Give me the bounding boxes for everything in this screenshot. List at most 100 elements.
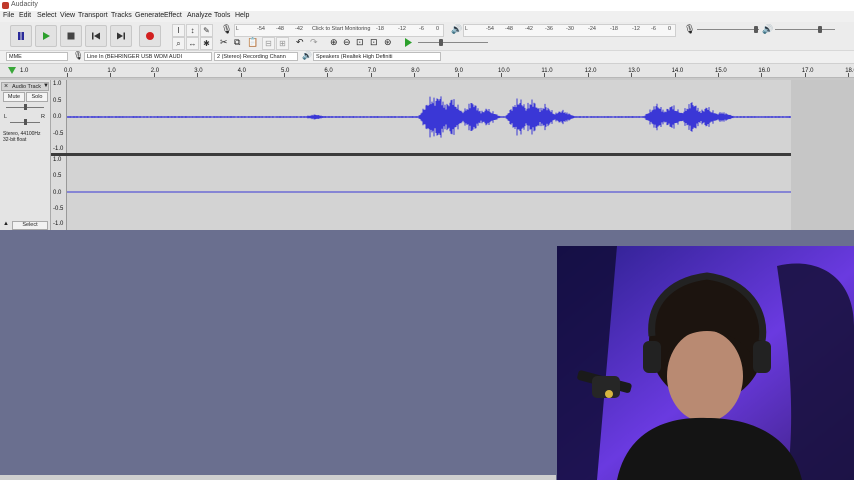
ruler-label: 11.0 bbox=[541, 68, 553, 74]
record-tick: -42 bbox=[295, 26, 303, 32]
close-track-icon[interactable]: × bbox=[4, 83, 8, 90]
track-name-bar[interactable]: × Audio Track ▼ bbox=[1, 82, 49, 91]
playback-meter[interactable]: L -54 -48 -42 -36 -30 -24 -18 -12 -6 0 bbox=[463, 24, 676, 37]
magnifier-icon: ⌕ bbox=[176, 38, 181, 48]
menu-analyze[interactable]: Analyze bbox=[187, 12, 212, 19]
recording-device-select[interactable]: Line In (BEHRINGER USB WDM AUDI bbox=[84, 52, 212, 61]
recording-volume-thumb[interactable] bbox=[754, 26, 758, 33]
timeline-ruler[interactable]: 1.0 0.0 1.0 2.0 3.0 4.0 5.0 6.0 7.0 8.0 9.0 10.0 11… bbox=[0, 64, 854, 78]
fit-project-icon[interactable]: ⊡ bbox=[370, 37, 378, 48]
solo-button[interactable]: Solo bbox=[26, 92, 48, 102]
multi-tool[interactable]: ✱ bbox=[200, 37, 213, 50]
audio-host-select[interactable]: MME bbox=[6, 52, 68, 61]
envelope-icon: ↕ bbox=[190, 26, 195, 35]
track-menu-chevron-down-icon[interactable]: ▼ bbox=[43, 83, 49, 89]
playback-volume-thumb[interactable] bbox=[818, 26, 822, 33]
redo-icon[interactable]: ↷ bbox=[310, 37, 318, 48]
ruler-tick bbox=[631, 73, 633, 77]
pause-button[interactable] bbox=[10, 25, 32, 47]
ruler-tick bbox=[67, 73, 68, 77]
envelope-tool[interactable]: ↕ bbox=[186, 24, 199, 37]
record-tick: -12 bbox=[398, 26, 406, 32]
skip-end-button[interactable] bbox=[110, 25, 132, 47]
play-speed-slider[interactable] bbox=[418, 42, 488, 43]
skip-start-button[interactable] bbox=[85, 25, 107, 47]
play-speed-thumb[interactable] bbox=[439, 39, 443, 46]
ruler-label: 16.0 bbox=[758, 68, 771, 74]
recording-channels-select[interactable]: 2 (Stereo) Recording Chann bbox=[214, 52, 298, 61]
trim-icon: ⊟ bbox=[265, 39, 272, 48]
amp-label: 1.0 bbox=[53, 81, 62, 87]
select-track-button[interactable]: Select bbox=[12, 221, 48, 230]
time-shift-tool[interactable]: ↔ bbox=[186, 37, 199, 50]
waveform-channel-right[interactable] bbox=[67, 156, 791, 230]
zoom-out-icon[interactable]: ⊖ bbox=[343, 37, 351, 48]
ruler-label: 13.0 bbox=[628, 68, 640, 74]
track-name[interactable]: Audio Track bbox=[12, 84, 41, 90]
menu-edit[interactable]: Edit bbox=[19, 12, 31, 19]
gain-slider-thumb[interactable] bbox=[24, 104, 27, 110]
playback-volume-slider[interactable] bbox=[775, 29, 835, 30]
microphone-icon[interactable]: 🎙 bbox=[221, 24, 232, 35]
paste-icon[interactable]: 📋 bbox=[247, 37, 258, 48]
silence-button[interactable]: ⊞ bbox=[276, 37, 289, 50]
ruler-label: 12.0 bbox=[584, 68, 597, 74]
record-monitor-prompt[interactable]: Click to Start Monitoring bbox=[312, 26, 370, 32]
pencil-icon: ✎ bbox=[203, 26, 210, 35]
ruler-label: 14.0 bbox=[671, 68, 684, 74]
waveform-channel-left[interactable] bbox=[67, 80, 791, 153]
mute-button[interactable]: Mute bbox=[3, 92, 25, 102]
amp-label: -0.5 bbox=[53, 206, 64, 212]
record-meter[interactable]: L -54 -48 -42 Click to Start Monitoring … bbox=[234, 24, 444, 37]
meter-l: L bbox=[465, 26, 468, 32]
track-bit-depth: 32-bit float bbox=[3, 137, 27, 143]
play-tick: -48 bbox=[505, 26, 513, 32]
ruler-label: 18.0 bbox=[845, 68, 854, 74]
input-microphone-icon: 🎙 bbox=[73, 51, 84, 60]
stop-button[interactable] bbox=[60, 25, 82, 47]
fit-selection-icon[interactable]: ⊡ bbox=[356, 37, 364, 48]
menu-help[interactable]: Help bbox=[235, 12, 249, 19]
zoom-tool[interactable]: ⌕ bbox=[172, 37, 185, 50]
speaker-icon[interactable]: 🔊 bbox=[451, 24, 462, 35]
ruler-tick bbox=[414, 73, 416, 77]
menu-tools[interactable]: Tools bbox=[214, 12, 230, 19]
pan-left-label: L bbox=[4, 114, 8, 120]
trim-button[interactable]: ⊟ bbox=[262, 37, 275, 50]
play-tick: -42 bbox=[525, 26, 533, 32]
playback-volume-icon: 🔊 bbox=[762, 24, 774, 34]
menu-tracks[interactable]: Tracks bbox=[111, 12, 132, 19]
play-button[interactable] bbox=[35, 25, 57, 47]
play-tick: -30 bbox=[566, 26, 574, 32]
play-icon bbox=[43, 32, 50, 40]
menu-file[interactable]: File bbox=[3, 12, 14, 19]
pin-play-head-icon[interactable] bbox=[8, 67, 16, 75]
selection-tool[interactable]: I bbox=[172, 24, 185, 37]
menu-effect[interactable]: Effect bbox=[164, 12, 182, 19]
ruler-tick bbox=[718, 73, 719, 77]
menu-view[interactable]: View bbox=[60, 12, 75, 19]
horizontal-scrollbar[interactable] bbox=[0, 475, 556, 480]
zoom-in-icon[interactable]: ⊕ bbox=[330, 37, 338, 48]
menu-transport[interactable]: Transport bbox=[78, 12, 108, 19]
collapse-track-icon[interactable]: ▲ bbox=[3, 221, 9, 227]
pan-slider-thumb[interactable] bbox=[24, 119, 27, 125]
menu-generate[interactable]: Generate bbox=[135, 12, 164, 19]
draw-tool[interactable]: ✎ bbox=[200, 24, 213, 37]
recording-volume-slider[interactable] bbox=[697, 29, 759, 30]
ruler-tick bbox=[674, 73, 676, 77]
waveform-right bbox=[67, 191, 791, 193]
ruler-tick bbox=[501, 73, 502, 77]
record-tick: -48 bbox=[276, 26, 284, 32]
record-button[interactable] bbox=[139, 25, 161, 47]
playback-device-select[interactable]: Speakers (Realtek High Definiti bbox=[313, 52, 441, 61]
copy-icon[interactable]: ⧉ bbox=[234, 37, 240, 48]
cut-icon[interactable]: ✂ bbox=[220, 37, 228, 48]
amp-label: 0.5 bbox=[53, 98, 62, 104]
undo-icon[interactable]: ↶ bbox=[296, 37, 304, 48]
empty-track-area[interactable] bbox=[791, 80, 854, 230]
menu-select[interactable]: Select bbox=[37, 12, 56, 19]
zoom-toggle-icon[interactable]: ⊛ bbox=[384, 37, 392, 48]
ruler-label: 9.0 bbox=[454, 68, 463, 74]
play-at-speed-icon[interactable] bbox=[404, 38, 413, 47]
